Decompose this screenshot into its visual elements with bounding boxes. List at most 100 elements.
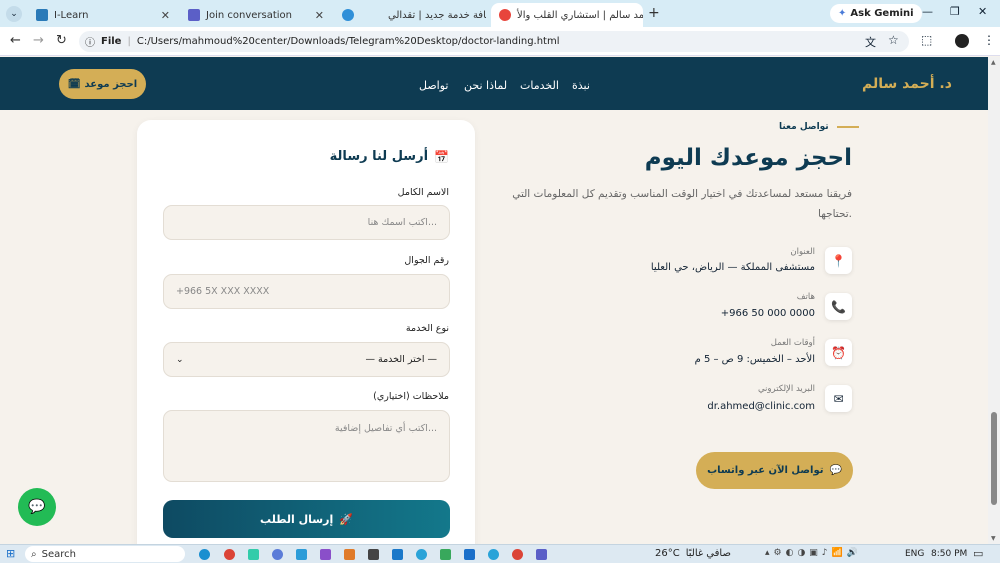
telegram-icon[interactable] <box>416 549 427 560</box>
notes-placeholder: اكتب أي تفاصيل إضافية... <box>334 423 437 434</box>
whatsapp-button[interactable]: تواصل الآن عبر واتساب 💬 <box>696 452 853 489</box>
name-label: الاسم الكامل <box>397 187 449 198</box>
nav-link-contact[interactable]: تواصل <box>419 79 448 92</box>
section-subtitle-line2: تحتاجها. <box>818 208 852 220</box>
service-selected: — اختر الخدمة — <box>365 354 437 365</box>
name-input[interactable]: اكتب اسمك هنا... <box>163 205 450 240</box>
email-value[interactable]: dr.ahmed@clinic.com <box>707 401 815 412</box>
teams-favicon-icon <box>188 9 200 21</box>
system-tray-icons[interactable]: ▴⚙◐◑▣♪📶🔊 <box>765 548 862 558</box>
close-icon[interactable]: ✕ <box>161 9 170 22</box>
reload-icon[interactable]: ↻ <box>56 33 67 48</box>
address-bar[interactable]: ⓘ File | C:/Users/mahmoud%20center/Downl… <box>79 31 909 52</box>
site-favicon-icon <box>342 9 354 21</box>
app-icon[interactable] <box>344 549 355 560</box>
site-logo[interactable]: د. أحمد سالم <box>862 76 952 92</box>
visual-studio-icon[interactable] <box>320 549 331 560</box>
envelope-icon: ✉ <box>825 385 852 412</box>
tab-doctor-landing[interactable]: د. أحمد سالم | استشاري القلب والأ ✕ <box>491 3 643 27</box>
gemini-icon: ✦ <box>838 8 847 19</box>
language-indicator[interactable]: ENG <box>905 549 924 559</box>
chat-bubble-icon: 💬 <box>829 465 842 476</box>
taskbar-search[interactable]: ⌕ Search <box>25 546 185 562</box>
address-url: C:/Users/mahmoud%20center/Downloads/Tele… <box>136 36 560 47</box>
clock-time[interactable]: 8:50 PM <box>931 549 967 559</box>
info-icon: ⓘ <box>85 38 95 49</box>
tab-ilearn[interactable]: I-Learn ✕ <box>28 3 178 27</box>
notification-icon[interactable]: ▭ <box>973 547 983 560</box>
chevron-down-icon: ⌄ <box>176 354 184 365</box>
telegram-icon[interactable] <box>488 549 499 560</box>
nav-link-services[interactable]: الخدمات <box>520 79 559 92</box>
scrollbar-thumb[interactable] <box>991 412 997 505</box>
browser-tab-strip: ⌄ I-Learn ✕ Join conversation ✕ إضافة خد… <box>0 0 1000 27</box>
phone-input[interactable]: +966 5X XXX XXXX <box>163 274 450 309</box>
search-icon: ⌕ <box>31 548 37 560</box>
tab-title: د. أحمد سالم | استشاري القلب والأ <box>517 9 643 21</box>
globe-favicon-icon <box>499 9 511 21</box>
extensions-icon[interactable]: ⬚ <box>921 33 932 47</box>
tab-join-conversation[interactable]: Join conversation ✕ <box>180 3 332 27</box>
address-scheme: File <box>101 36 122 47</box>
ask-gemini-button[interactable]: ✦ Ask Gemini <box>830 4 922 23</box>
app-icon[interactable] <box>248 549 259 560</box>
back-arrow-icon[interactable]: ← <box>10 33 21 48</box>
app-icon[interactable] <box>464 549 475 560</box>
email-label: البريد الإلكتروني <box>757 384 815 394</box>
teams-icon[interactable] <box>536 549 547 560</box>
app-icon[interactable] <box>368 549 379 560</box>
app-icon[interactable] <box>440 549 451 560</box>
section-title: احجز موعدك اليوم <box>644 145 852 171</box>
bookmark-star-icon[interactable]: ☆ <box>888 33 899 47</box>
weather-text: صافي غالبًا <box>685 548 731 559</box>
translate-icon[interactable]: 文 <box>865 34 876 50</box>
submit-button[interactable]: إرسال الطلب 🚀 <box>163 500 450 538</box>
nav-link-why-us[interactable]: لماذا نحن <box>464 79 507 92</box>
message-form-card: أرسل لنا رسالة 📅 الاسم الكامل اكتب اسمك … <box>137 120 475 560</box>
maximize-button[interactable]: ❐ <box>950 5 960 18</box>
ask-gemini-label: Ask Gemini <box>850 8 914 19</box>
new-tab-button[interactable]: + <box>648 5 660 21</box>
window-close-button[interactable]: ✕ <box>978 5 987 18</box>
phone-label: رقم الجوال <box>404 255 449 266</box>
phone-label-info: هاتف <box>796 292 815 302</box>
edge-icon[interactable] <box>199 549 210 560</box>
section-eyebrow: تواصل معنا <box>779 122 829 132</box>
service-select[interactable]: ⌄ — اختر الخدمة — <box>163 342 450 377</box>
forward-arrow-icon[interactable]: → <box>33 33 44 48</box>
profile-avatar[interactable] <box>955 34 969 48</box>
menu-dots-icon[interactable]: ⋮ <box>983 33 995 47</box>
notes-textarea[interactable]: اكتب أي تفاصيل إضافية... <box>163 410 450 482</box>
book-appointment-button[interactable]: 🗓 احجز موعد <box>59 69 146 99</box>
nav-link-about[interactable]: نبذة <box>572 79 590 92</box>
windows-start-icon[interactable]: ⊞ <box>6 547 15 560</box>
app-icon[interactable] <box>272 549 283 560</box>
scroll-up-icon[interactable]: ▲ <box>991 59 996 66</box>
windows-taskbar: ⊞ ⌕ Search 26°C صافي غالبًا ▴⚙◐◑▣♪📶🔊 ENG… <box>0 544 1000 563</box>
phone-value[interactable]: +966 50 000 0000 <box>721 308 815 319</box>
weather-widget[interactable]: 26°C صافي غالبًا <box>655 548 731 559</box>
weather-temp: 26°C <box>655 548 680 559</box>
calendar-icon: 🗓 <box>67 78 81 90</box>
chrome-icon[interactable] <box>224 549 235 560</box>
rocket-icon: 🚀 <box>339 512 353 526</box>
vscode-icon[interactable] <box>392 549 403 560</box>
form-title: أرسل لنا رسالة <box>329 149 429 164</box>
chrome-icon[interactable] <box>512 549 523 560</box>
service-label: نوع الخدمة <box>405 323 449 334</box>
tab-add-service[interactable]: إضافة خدمة جديد | تقدالي ✕ <box>334 3 486 27</box>
phone-icon: 📞 <box>825 293 852 320</box>
pin-icon: 📍 <box>825 247 852 274</box>
hours-value: الأحد – الخميس: 9 ص – 5 م <box>694 354 815 365</box>
close-icon[interactable]: ✕ <box>315 9 324 22</box>
tab-search-dropdown-icon[interactable]: ⌄ <box>6 6 22 22</box>
chat-widget-button[interactable]: 💬 <box>18 488 56 526</box>
whatsapp-label: تواصل الآن عبر واتساب <box>707 465 824 476</box>
phone-placeholder: +966 5X XXX XXXX <box>176 286 270 297</box>
book-label: احجز موعد <box>84 78 138 90</box>
calendar-icon: 📅 <box>434 149 449 164</box>
taskbar-search-label: Search <box>41 548 76 560</box>
scroll-down-icon[interactable]: ▼ <box>991 535 996 542</box>
minimize-button[interactable]: — <box>922 5 933 18</box>
app-icon[interactable] <box>296 549 307 560</box>
